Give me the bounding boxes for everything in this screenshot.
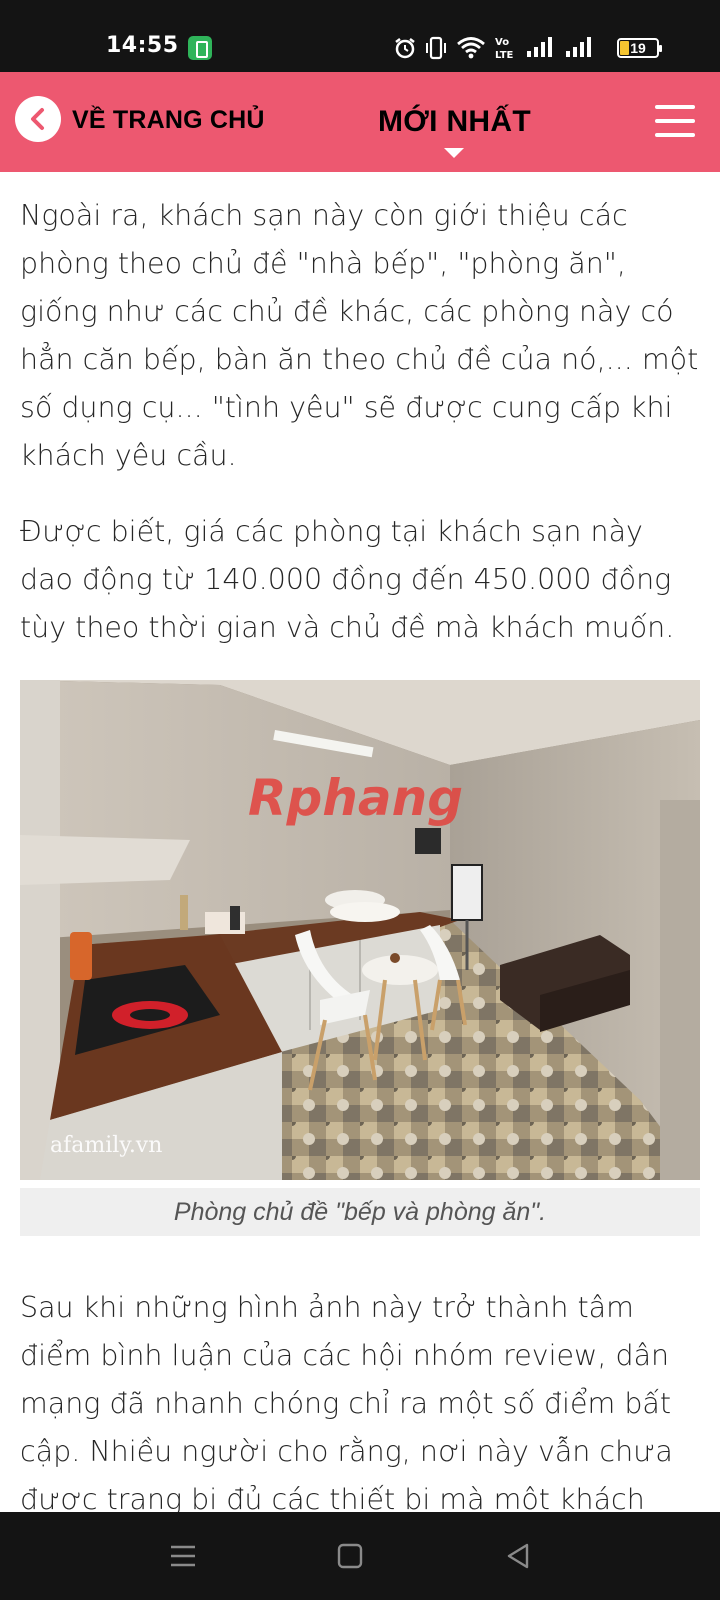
article-paragraph: Được biết, giá các phòng tại khách sạn n… bbox=[20, 515, 675, 644]
source-watermark: afamily.vn bbox=[50, 1133, 162, 1158]
wifi-icon bbox=[457, 37, 485, 59]
svg-text:LTE: LTE bbox=[495, 50, 514, 60]
article-body: Ngoài ra, khách sạn này còn giới thiệu c… bbox=[0, 172, 720, 1512]
back-nav-icon[interactable] bbox=[498, 1536, 538, 1576]
back-button[interactable] bbox=[15, 96, 61, 142]
home-nav-icon[interactable] bbox=[330, 1536, 370, 1576]
back-to-home-link[interactable]: VỀ TRANG CHỦ bbox=[72, 106, 265, 135]
photo-caption-box: Phòng chủ đề "bếp và phòng ăn". bbox=[20, 1188, 700, 1236]
signal-icon bbox=[566, 37, 591, 57]
svg-text:Vo: Vo bbox=[495, 37, 509, 48]
caret-down-icon[interactable] bbox=[444, 148, 464, 158]
section-title-dropdown[interactable]: MỚI NHẤT bbox=[378, 105, 531, 139]
article-paragraph: Sau khi những hình ảnh này trở thành tâm… bbox=[20, 1291, 673, 1512]
article-paragraph: Ngoài ra, khách sạn này còn giới thiệu c… bbox=[20, 199, 699, 472]
photo-caption: Phòng chủ đề "bếp và phòng ăn". bbox=[173, 1198, 547, 1226]
system-nav-bar bbox=[0, 1512, 720, 1600]
status-time: 14:55 bbox=[106, 33, 179, 58]
menu-nav-icon[interactable] bbox=[163, 1536, 203, 1576]
battery-level: 19 bbox=[630, 40, 646, 56]
app-notification-icon bbox=[188, 36, 212, 60]
volte-icon: Vo LTE bbox=[495, 37, 514, 60]
kitchen-room-photo: Rphang afamily.vn bbox=[20, 680, 700, 1180]
alarm-icon bbox=[395, 38, 415, 59]
article-photo[interactable]: Rphang afamily.vn bbox=[20, 680, 700, 1180]
battery-icon: 19 bbox=[617, 38, 662, 58]
status-bar: 14:55 Vo LTE 19 bbox=[0, 0, 720, 72]
signal-icon bbox=[527, 37, 552, 57]
chevron-left-icon bbox=[31, 108, 44, 130]
vibrate-icon bbox=[426, 36, 446, 60]
logo-watermark: Rphang bbox=[248, 769, 463, 827]
hamburger-menu-icon[interactable] bbox=[655, 105, 695, 137]
